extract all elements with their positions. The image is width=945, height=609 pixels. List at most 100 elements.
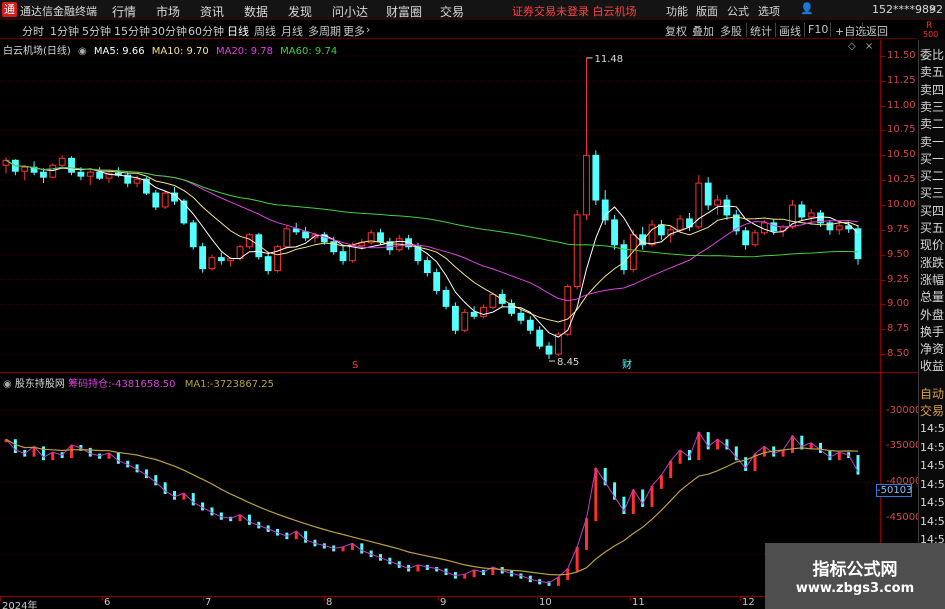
close-icon[interactable]: ×	[928, 2, 937, 15]
menu-jiaoyi[interactable]: 交易	[440, 3, 464, 20]
indicator-settings-icon[interactable]: ◉	[3, 379, 12, 390]
candle-up[interactable]	[583, 154, 590, 216]
settings-dot-icon[interactable]: ◉	[78, 46, 87, 57]
indicator-bar-down[interactable]	[116, 452, 120, 464]
period-30min[interactable]: 30分钟	[151, 23, 187, 39]
side-panel-item[interactable]: 卖四	[920, 81, 945, 98]
candle-up[interactable]	[461, 311, 469, 331]
side-panel-item[interactable]: 卖二	[920, 115, 945, 132]
menu-banmian[interactable]: 版面	[696, 3, 718, 19]
menu-gongneng[interactable]: 功能	[666, 3, 688, 19]
candle-down[interactable]	[704, 182, 712, 206]
indicator-chart[interactable]	[0, 373, 880, 596]
candle-down[interactable]	[452, 305, 459, 331]
indicator-bar-up[interactable]	[659, 475, 663, 489]
side-panel-item[interactable]: 买二	[920, 167, 945, 184]
indicator-bar-down[interactable]	[819, 442, 823, 454]
menu-shuju[interactable]: 数据	[244, 3, 268, 20]
indicator-bar-down[interactable]	[144, 469, 148, 479]
side-panel-item[interactable]: 净资	[920, 340, 945, 357]
period-weekly[interactable]: 周线	[254, 23, 276, 39]
indicator-bar-down[interactable]	[163, 482, 167, 494]
candle-down[interactable]	[68, 157, 75, 173]
candle-up[interactable]	[835, 225, 843, 231]
menu-hangqing[interactable]: 行情	[112, 3, 136, 20]
candle-up[interactable]	[714, 199, 721, 206]
event-marker-finance[interactable]: 财	[622, 358, 632, 371]
candle-up[interactable]	[629, 234, 637, 271]
side-panel-item[interactable]: 卖三	[920, 98, 945, 115]
period-1min[interactable]: 1分钟	[50, 23, 79, 39]
candle-down[interactable]	[199, 246, 207, 270]
indicator-bar-up[interactable]	[463, 574, 467, 579]
candle-down[interactable]	[545, 345, 553, 355]
event-marker-s[interactable]: S	[352, 360, 358, 371]
candle-up[interactable]	[489, 293, 497, 308]
indicator-bar-down[interactable]	[191, 493, 195, 506]
indicator-bar-down[interactable]	[13, 439, 17, 454]
period-15min[interactable]: 15分钟	[114, 23, 150, 39]
indicator-bar-down[interactable]	[88, 447, 92, 457]
tool-huaxian[interactable]: 画线	[779, 23, 801, 39]
candle-down[interactable]	[526, 319, 534, 331]
candle-up[interactable]	[58, 157, 66, 166]
indicator-bar-down[interactable]	[856, 455, 860, 475]
indicator-bar-up[interactable]	[556, 577, 560, 586]
candle-down[interactable]	[77, 171, 85, 177]
side-panel-item[interactable]: 买五	[920, 219, 945, 236]
indicator-bar-down[interactable]	[247, 514, 251, 525]
candle-up[interactable]	[573, 214, 581, 287]
side-panel-item[interactable]: 外盘	[920, 306, 945, 323]
candle-up[interactable]	[751, 232, 759, 246]
menu-caifuquan[interactable]: 财富圈	[386, 3, 422, 20]
indicator-bar-up[interactable]	[416, 564, 420, 572]
tool-duogu[interactable]: 多股	[720, 23, 742, 39]
candle-up[interactable]	[676, 218, 684, 231]
indicator-bar-up[interactable]	[631, 489, 635, 515]
candle-down[interactable]	[742, 230, 750, 246]
candle-down[interactable]	[264, 256, 272, 272]
menu-zixun[interactable]: 资讯	[200, 3, 224, 20]
candle-up[interactable]	[349, 245, 356, 262]
side-panel-item[interactable]: 买一	[920, 150, 945, 167]
candlestick-chart[interactable]: 11.48 8.45 S 财	[0, 40, 880, 372]
tool-fuquan[interactable]: 复权	[665, 23, 687, 39]
candle-down[interactable]	[657, 224, 665, 236]
indicator-bar-down[interactable]	[304, 531, 308, 543]
candle-down[interactable]	[423, 260, 431, 274]
period-monthly[interactable]: 月线	[281, 23, 303, 39]
indicator-bar-up[interactable]	[669, 460, 673, 479]
tool-tongji[interactable]: 统计	[750, 23, 772, 39]
side-panel-item[interactable]: 买三	[920, 184, 945, 201]
candle-down[interactable]	[798, 204, 806, 218]
side-panel-item[interactable]: 委比	[920, 46, 945, 63]
candle-down[interactable]	[40, 171, 47, 178]
candle-down[interactable]	[611, 219, 618, 246]
side-panel-item[interactable]: 卖五	[920, 63, 945, 80]
side-panel-item[interactable]: 收益	[920, 357, 945, 374]
menu-gongshi[interactable]: 公式	[727, 3, 749, 19]
indicator-bar-up[interactable]	[51, 452, 55, 461]
period-more[interactable]: 更多	[343, 23, 365, 39]
indicator-bar-down[interactable]	[360, 543, 364, 554]
candle-down[interactable]	[442, 289, 450, 307]
candle-down[interactable]	[217, 257, 225, 262]
indicator-bar-up[interactable]	[678, 450, 682, 464]
menu-shichang[interactable]: 市场	[156, 3, 180, 20]
indicator-bar-up[interactable]	[341, 546, 345, 552]
candle-down[interactable]	[189, 222, 197, 248]
menu-faxian[interactable]: 发现	[288, 3, 312, 20]
candle-down[interactable]	[770, 222, 778, 232]
candle-down[interactable]	[377, 232, 384, 243]
tool-f10[interactable]: F10	[808, 23, 828, 36]
indicator-bar-up[interactable]	[762, 446, 766, 457]
candle-up[interactable]	[86, 171, 94, 177]
candle-down[interactable]	[339, 251, 347, 262]
period-daily[interactable]: 日线	[227, 23, 249, 39]
indicator-bar-down[interactable]	[173, 490, 177, 500]
indicator-bar-up[interactable]	[472, 569, 476, 578]
indicator-bar-up[interactable]	[716, 439, 720, 450]
candle-up[interactable]	[49, 164, 57, 178]
side-panel-item[interactable]: 换手	[920, 323, 945, 340]
chevron-right-icon[interactable]: ›	[366, 23, 370, 36]
